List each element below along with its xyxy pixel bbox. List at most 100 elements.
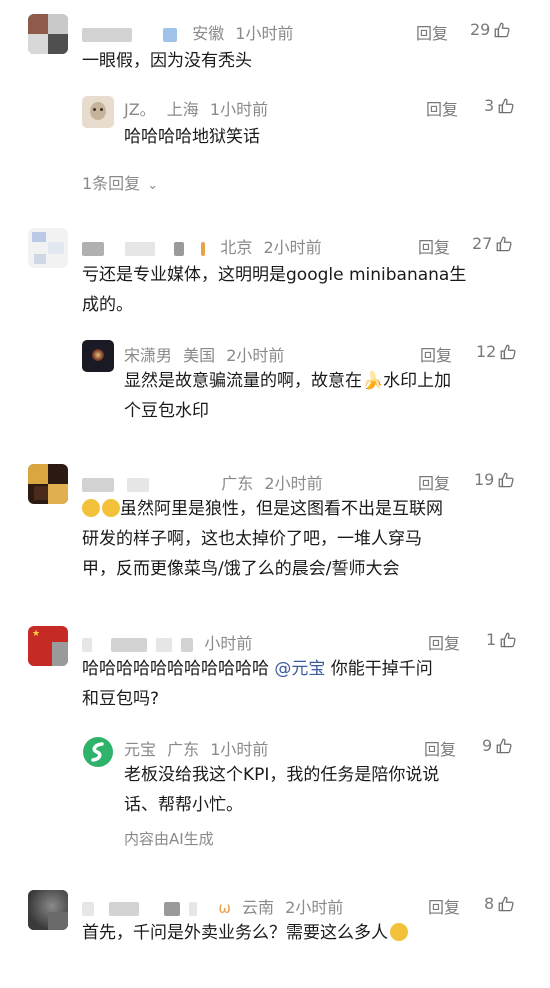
username[interactable]: JZ。: [124, 100, 156, 119]
like-count: 3: [484, 96, 495, 115]
reply-button[interactable]: 回复: [428, 630, 460, 654]
timestamp: 2小时前: [263, 238, 322, 257]
comment-text-line: 成的。: [82, 295, 133, 315]
blurred-username: [181, 637, 194, 652]
comment-text-line: 哈哈哈哈哈哈哈哈哈哈哈 @元宝 你能干掉千问: [82, 654, 537, 684]
timestamp: 小时前: [204, 634, 253, 653]
like-button[interactable]: 9: [482, 736, 513, 755]
reply-button[interactable]: 回复: [428, 894, 460, 918]
like-count: 9: [482, 736, 493, 755]
username[interactable]: 宋潇男: [124, 346, 172, 365]
blurred-username: [189, 901, 198, 916]
blurred-username: [156, 637, 173, 652]
reply-meta: 宋潇男 美国 2小时前: [124, 342, 284, 366]
comment-text-line: 亏还是专业媒体，这明明是google minibanana生: [82, 265, 467, 285]
reply-button[interactable]: 回复: [420, 342, 452, 366]
banana-emoji-icon: 🍌: [362, 371, 384, 391]
thumb-up-icon: [499, 631, 517, 649]
timestamp: 1小时前: [210, 740, 269, 759]
comment-text: 首先，千问是外卖业务么？需要这么多人: [82, 918, 537, 948]
like-button[interactable]: 1: [486, 630, 517, 649]
comment-text-segment: 哈哈哈哈哈哈哈哈哈哈哈: [82, 659, 275, 679]
like-count: 19: [474, 470, 495, 489]
like-button[interactable]: 19: [474, 470, 515, 489]
comment-text-line: 虽然阿里是狼性，但是这图看不出是互联网: [82, 494, 537, 524]
blurred-username: [109, 901, 140, 916]
avatar[interactable]: [28, 890, 68, 930]
username[interactable]: 元宝: [124, 740, 156, 759]
thumb-up-icon: [495, 235, 513, 253]
blurred-username: [174, 241, 185, 256]
location: 安徽: [192, 24, 225, 43]
comment-text: 亏还是专业媒体，这明明是google minibanana生 成的。: [82, 260, 537, 320]
blurred-username[interactable]: [82, 637, 92, 652]
like-count: 1: [486, 630, 497, 649]
timestamp: 2小时前: [285, 898, 344, 917]
timestamp: 1小时前: [235, 24, 294, 43]
like-count: 8: [484, 894, 495, 913]
avatar[interactable]: [28, 228, 68, 268]
chevron-down-icon: ⌄: [147, 178, 159, 193]
like-count: 12: [476, 342, 497, 361]
reply-text-line: 显然是故意骗流量的啊，故意在🍌水印上加: [124, 366, 534, 396]
reply-button[interactable]: 回复: [418, 470, 450, 494]
comment-text: 哈哈哈哈哈哈哈哈哈哈哈 @元宝 你能干掉千问 和豆包吗?: [82, 654, 537, 714]
avatar[interactable]: ★: [28, 626, 68, 666]
thumb-up-icon: [497, 895, 515, 913]
comment-meta: 安徽 1小时前: [82, 20, 293, 44]
blurred-username[interactable]: [82, 901, 94, 916]
yuanbao-avatar[interactable]: [82, 736, 114, 768]
blurred-username[interactable]: [82, 27, 132, 42]
reply-button[interactable]: 回复: [418, 234, 450, 258]
blurred-username: [201, 241, 206, 256]
location: 上海: [166, 100, 199, 119]
location-brand-icon: ω: [218, 899, 231, 917]
like-button[interactable]: 29: [470, 20, 511, 39]
location: 北京: [220, 238, 253, 257]
comment-text-segment: 首先，千问是外卖业务么？需要这么多人: [82, 923, 388, 943]
avatar[interactable]: [82, 340, 114, 372]
like-button[interactable]: 12: [476, 342, 517, 361]
comment-meta: 广东 2小时前: [82, 470, 323, 494]
reply-button[interactable]: 回复: [424, 736, 456, 760]
ai-generated-note: 内容由AI生成: [124, 830, 214, 848]
like-button[interactable]: 27: [472, 234, 513, 253]
like-count: 27: [472, 234, 493, 253]
reply-button[interactable]: 回复: [416, 20, 448, 44]
reply-button[interactable]: 回复: [426, 96, 458, 120]
comment-text-line: 研发的样子啊，这也太掉价了吧，一堆人穿马: [82, 529, 422, 549]
blurred-username[interactable]: [82, 241, 104, 256]
expand-replies-button[interactable]: 1条回复 ⌄: [82, 170, 158, 194]
thumb-up-icon: [497, 97, 515, 115]
timestamp: 1小时前: [209, 100, 269, 119]
smile-emoji-icon: [390, 923, 408, 941]
avatar[interactable]: [28, 14, 68, 54]
reply-text-line: 话、帮帮小忙。: [124, 795, 243, 815]
thumb-up-icon: [493, 21, 511, 39]
blurred-username[interactable]: [82, 477, 114, 492]
mention-link[interactable]: @元宝: [274, 659, 325, 679]
location: 美国: [183, 346, 216, 365]
comment-text: 一眼假，因为没有秃头: [82, 51, 252, 71]
blurred-username: [164, 901, 181, 916]
location: 云南: [242, 898, 275, 917]
comment-text-line: 和豆包吗?: [82, 689, 160, 709]
comment-meta: ω 云南 2小时前: [82, 894, 343, 918]
reply-text-segment: 显然是故意骗流量的啊，故意在: [124, 371, 362, 391]
thumb-up-icon: [499, 343, 517, 361]
comment-text-segment: 你能干掉千问: [325, 659, 433, 679]
comment-text-line: 甲，反而更像菜鸟/饿了么的晨会/誓师大会: [82, 559, 400, 579]
avatar[interactable]: [28, 464, 68, 504]
location: 广东: [221, 474, 254, 493]
timestamp: 2小时前: [264, 474, 323, 493]
reply-text: 显然是故意骗流量的啊，故意在🍌水印上加 个豆包水印: [124, 366, 534, 426]
blurred-username: [127, 477, 150, 492]
thumb-up-icon: [497, 471, 515, 489]
like-button[interactable]: 3: [484, 96, 515, 115]
star-icon: ★: [32, 629, 41, 639]
reply-text-segment: 水印上加: [383, 371, 452, 391]
like-button[interactable]: 8: [484, 894, 515, 913]
reply-meta: 元宝 广东 1小时前: [124, 736, 268, 760]
avatar[interactable]: [82, 96, 114, 128]
comment-text: 虽然阿里是狼性，但是这图看不出是互联网 研发的样子啊，这也太掉价了吧，一堆人穿马…: [82, 494, 537, 584]
